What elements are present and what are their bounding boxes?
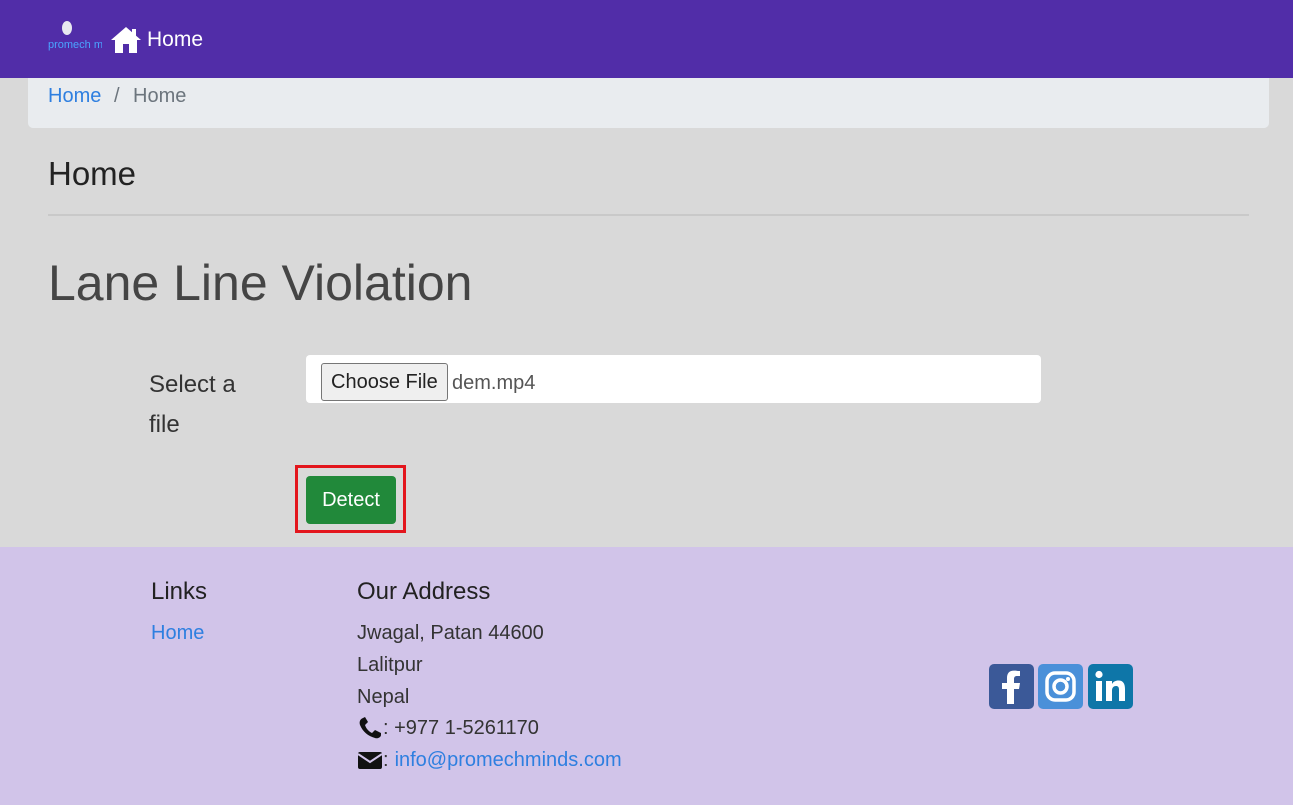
address-line-2: Lalitpur bbox=[357, 654, 423, 676]
email-prefix: : bbox=[383, 748, 389, 771]
page-title: Lane Line Violation bbox=[48, 255, 473, 311]
email-link[interactable]: info@promechminds.com bbox=[395, 749, 622, 772]
footer-address-title: Our Address bbox=[357, 578, 491, 605]
address-line-1: Jwagal, Patan 44600 bbox=[357, 622, 544, 644]
breadcrumb: Home / Home bbox=[28, 78, 1269, 128]
detect-button[interactable]: Detect bbox=[306, 476, 396, 524]
breadcrumb-home-link[interactable]: Home bbox=[48, 85, 101, 108]
facebook-icon[interactable] bbox=[989, 664, 1034, 709]
choose-file-button[interactable]: Choose File bbox=[321, 363, 448, 401]
file-label: Select a file bbox=[149, 371, 236, 438]
home-icon bbox=[111, 27, 141, 53]
footer: Links Home Our Address Jwagal, Patan 446… bbox=[0, 547, 1293, 805]
navbar: promech minds Home bbox=[0, 0, 1293, 78]
breadcrumb-separator: / bbox=[114, 85, 120, 107]
file-input[interactable]: Choose File dem.mp4 bbox=[306, 355, 1041, 403]
nav-home-link[interactable]: Home bbox=[110, 22, 203, 58]
address-line-3: Nepal bbox=[357, 686, 410, 708]
instagram-icon[interactable] bbox=[1038, 664, 1083, 709]
phone-row: : +977 1-5261170 bbox=[357, 716, 539, 740]
phone-icon bbox=[359, 717, 381, 739]
selected-file-name: dem.mp4 bbox=[452, 372, 536, 394]
logo[interactable]: promech minds bbox=[46, 20, 102, 62]
linkedin-icon[interactable] bbox=[1088, 664, 1133, 709]
heading-divider bbox=[48, 214, 1249, 216]
nav-home-label: Home bbox=[147, 28, 204, 51]
envelope-icon bbox=[357, 752, 383, 769]
phone-number: : +977 1-5261170 bbox=[383, 716, 539, 739]
footer-links-title: Links bbox=[151, 578, 208, 605]
page-heading: Home bbox=[48, 155, 137, 192]
breadcrumb-current: Home bbox=[133, 85, 187, 107]
email-row: : info@promechminds.com bbox=[357, 748, 622, 772]
logo-text: promech minds bbox=[48, 39, 102, 51]
footer-link-home[interactable]: Home bbox=[151, 622, 204, 645]
